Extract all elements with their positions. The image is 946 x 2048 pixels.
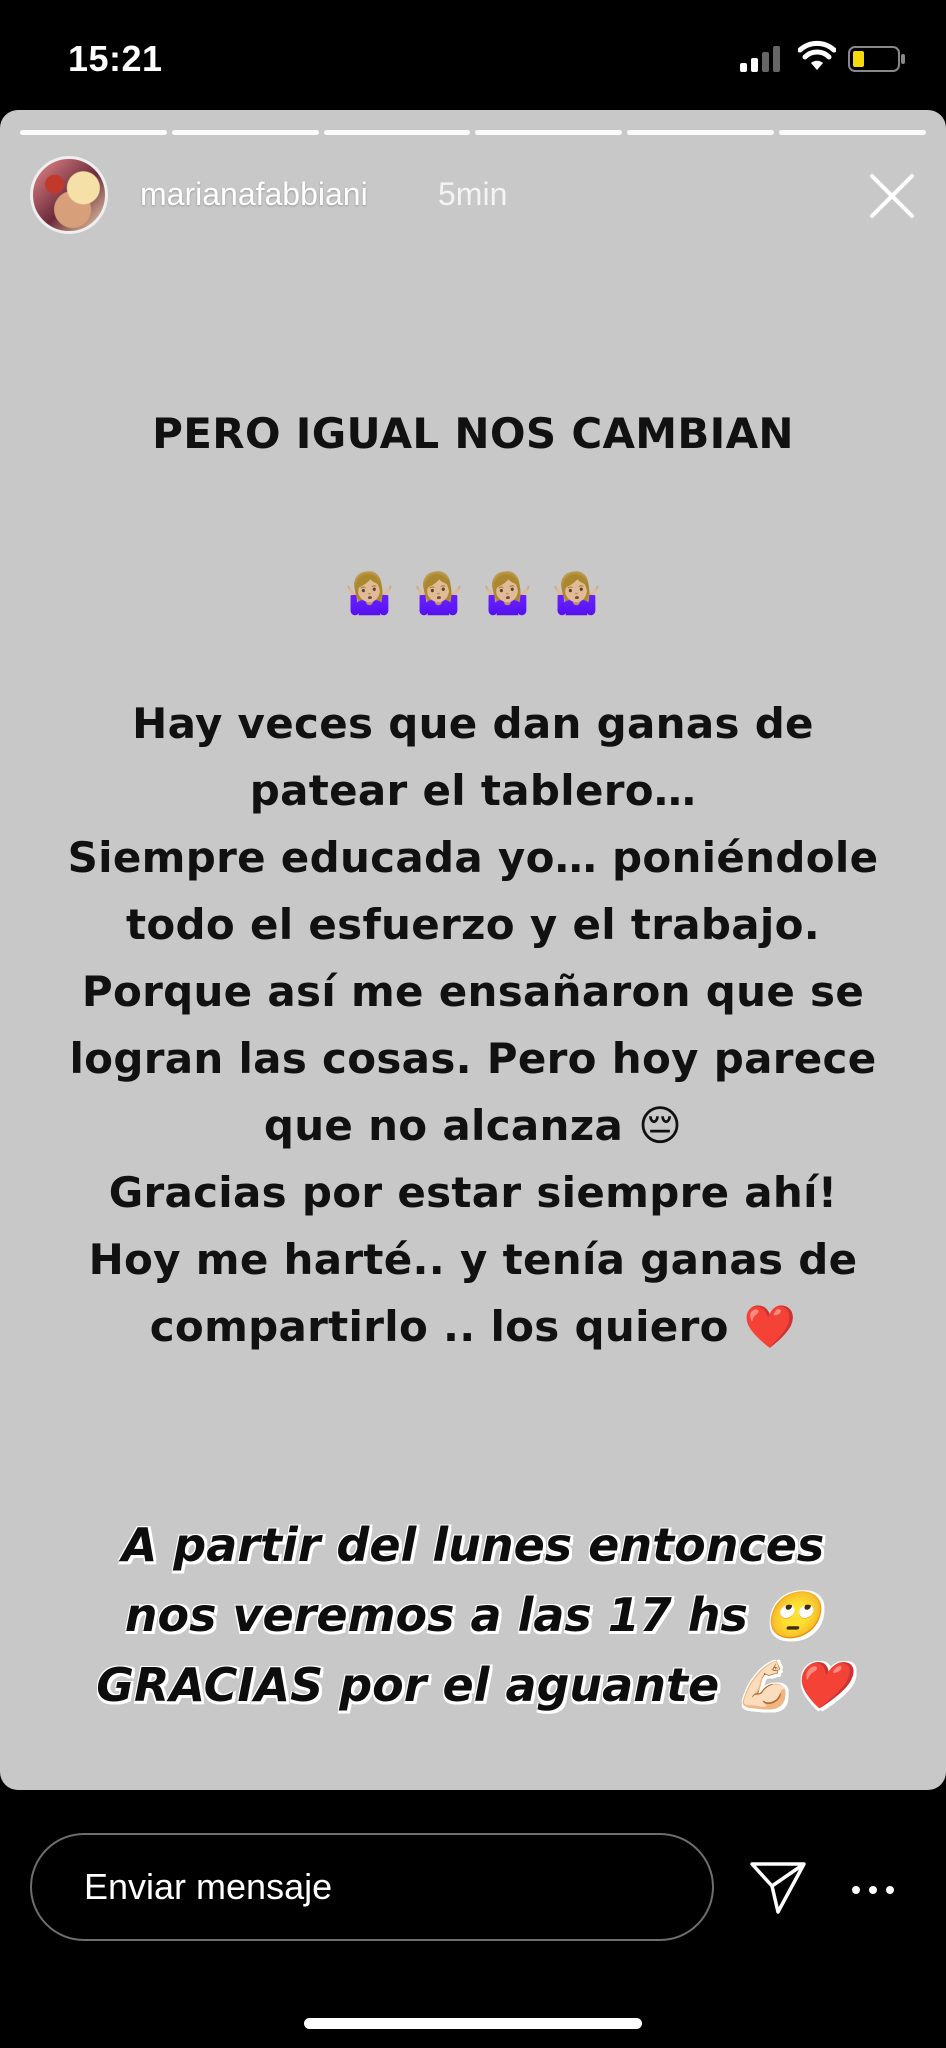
story-footer: Enviar mensaje bbox=[0, 1790, 946, 2048]
story-body: Hay veces que dan ganas de patear el tab… bbox=[30, 690, 916, 1360]
avatar[interactable] bbox=[30, 156, 108, 234]
wifi-icon bbox=[798, 40, 836, 70]
message-input[interactable]: Enviar mensaje bbox=[30, 1833, 714, 1941]
username[interactable]: marianafabbiani bbox=[140, 176, 368, 213]
post-time: 5min bbox=[438, 176, 508, 212]
progress-segment bbox=[20, 130, 167, 135]
body-line: logran las cosas. Pero hoy parece bbox=[69, 1034, 877, 1083]
body-line: Hoy me harté.. y tenía ganas de bbox=[88, 1235, 858, 1284]
ellipsis-icon[interactable] bbox=[848, 1870, 898, 1910]
progress-segment bbox=[475, 130, 623, 135]
message-placeholder: Enviar mensaje bbox=[84, 1866, 333, 1907]
progress-segment bbox=[323, 130, 471, 135]
closing-line: A partir del lunes entonces bbox=[121, 1518, 825, 1572]
status-time: 15:21 bbox=[68, 38, 163, 79]
body-line: que no alcanza 😔 bbox=[263, 1101, 683, 1150]
shrug-emoji: 🤷🏼‍♀️ bbox=[551, 572, 602, 616]
body-line: Porque así me ensañaron que se bbox=[81, 967, 865, 1016]
home-indicator[interactable] bbox=[304, 2018, 642, 2029]
close-icon[interactable] bbox=[866, 170, 918, 222]
story-progress bbox=[20, 130, 926, 135]
paper-plane-icon[interactable] bbox=[748, 1860, 808, 1916]
story-title: PERO IGUAL NOS CAMBIAN bbox=[152, 409, 794, 458]
shrug-emoji: 🤷🏼‍♀️ bbox=[482, 572, 533, 616]
battery-icon bbox=[848, 46, 905, 72]
title-emoji-row: 🤷🏼‍♀️ 🤷🏼‍♀️ 🤷🏼‍♀️ 🤷🏼‍♀️ bbox=[0, 570, 946, 617]
closing-line: GRACIAS por el aguante 💪🏻❤️ bbox=[96, 1658, 850, 1712]
body-line: patear el tablero… bbox=[249, 766, 697, 815]
shrug-emoji: 🤷🏼‍♀️ bbox=[413, 572, 464, 616]
body-line: Hay veces que dan ganas de bbox=[132, 699, 814, 748]
progress-segment bbox=[779, 130, 926, 135]
story-closing: A partir del lunes entonces nos veremos … bbox=[20, 1510, 926, 1720]
closing-line: nos veremos a las 17 hs 🙄 bbox=[124, 1588, 822, 1642]
story-card[interactable]: marianafabbiani 5min PERO IGUAL NOS CAMB… bbox=[0, 110, 946, 1790]
shrug-emoji: 🤷🏼‍♀️ bbox=[344, 572, 395, 616]
progress-segment bbox=[627, 130, 775, 135]
progress-segment bbox=[171, 130, 319, 135]
body-line: todo el esfuerzo y el trabajo. bbox=[125, 900, 820, 949]
body-line: Gracias por estar siempre ahí! bbox=[108, 1168, 838, 1217]
body-line: compartirlo .. los quiero ❤️ bbox=[149, 1302, 797, 1351]
status-bar: 15:21 bbox=[0, 0, 946, 110]
body-line: Siempre educada yo… poniéndole bbox=[67, 833, 879, 882]
signal-icon bbox=[740, 46, 780, 72]
